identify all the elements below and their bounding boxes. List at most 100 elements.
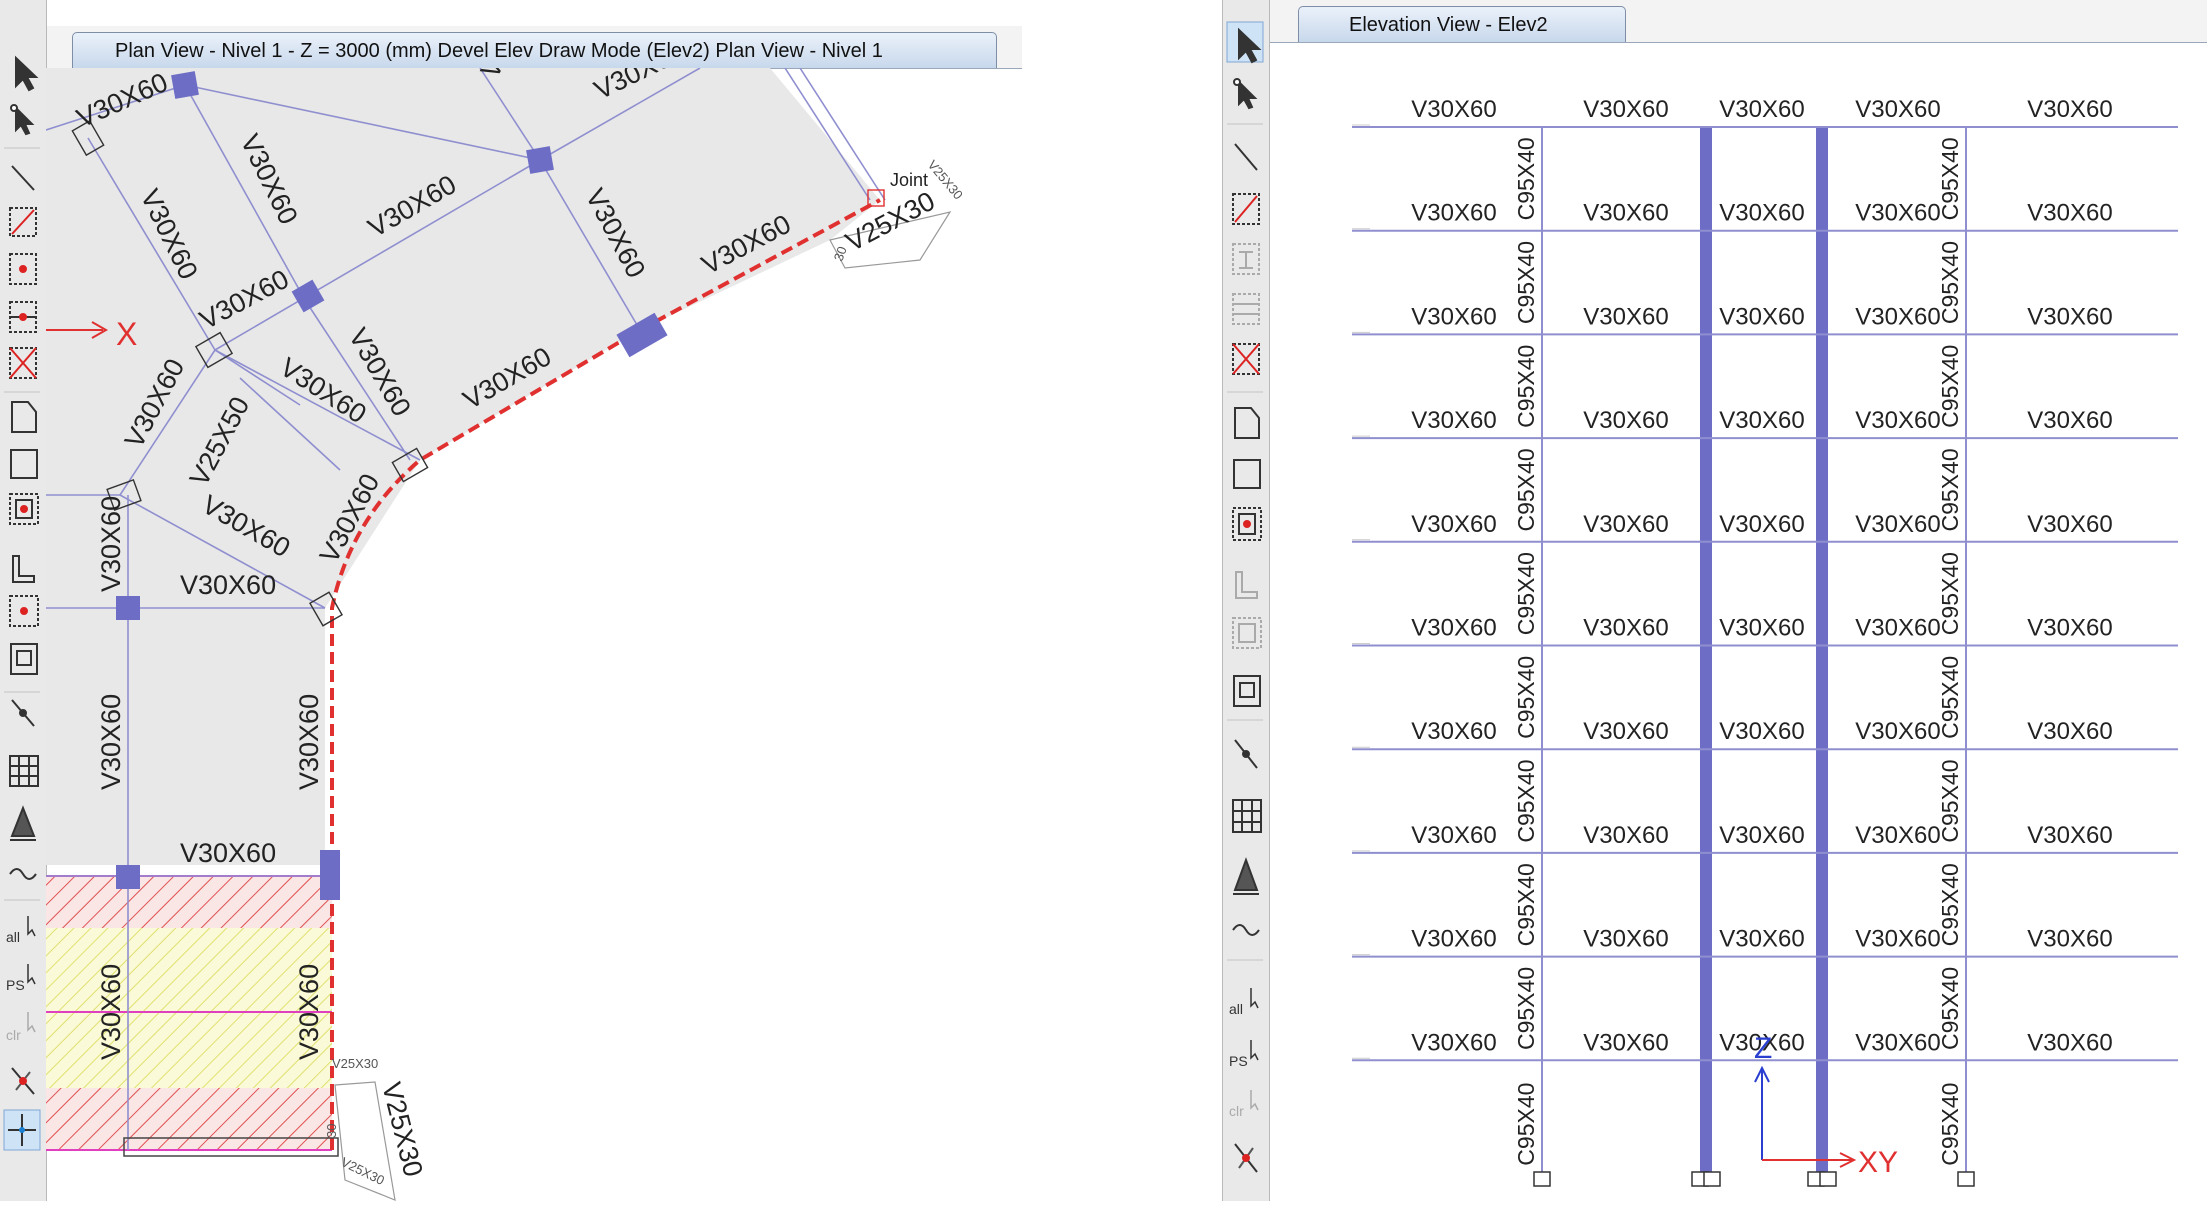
elevation-view-tab[interactable]: Elevation View - Elev2 <box>1298 6 1626 42</box>
draw-beam-region-icon[interactable] <box>1232 243 1260 275</box>
beam-label-small: V25X30 <box>332 1056 378 1071</box>
beam-label: V30X60 <box>1855 926 1940 953</box>
beam-label: V30X60 <box>1583 511 1668 538</box>
base-support[interactable] <box>1533 1171 1551 1187</box>
reshape-icon[interactable] <box>1233 78 1258 110</box>
column-label: C95X40 <box>1513 137 1539 220</box>
draw-beam-icon[interactable] <box>9 207 37 237</box>
svg-text:clr: clr <box>1229 1103 1244 1119</box>
draw-wall-point-icon[interactable] <box>1232 617 1262 649</box>
column-label: C95X40 <box>1937 345 1963 428</box>
draw-brace-icon[interactable] <box>1232 343 1260 375</box>
beam-label: V30X60 <box>1411 926 1496 953</box>
draw-support-icon[interactable] <box>10 805 36 841</box>
column-label: C95X40 <box>1937 448 1963 531</box>
beam-label: V30X60 <box>1855 615 1940 642</box>
wide-column[interactable] <box>1700 127 1712 1172</box>
beam-label: V30X60 <box>1855 718 1940 745</box>
base-support[interactable] <box>1957 1171 1975 1187</box>
select-pointer-icon[interactable] <box>15 55 39 92</box>
column-label: C95X40 <box>1937 552 1963 635</box>
draw-line-icon[interactable] <box>1234 143 1258 171</box>
draw-area-icon[interactable] <box>1234 407 1260 439</box>
beam-label: V30X60 <box>1855 200 1940 227</box>
select-previous-icon[interactable]: PS <box>1229 1040 1259 1069</box>
select-all-icon[interactable]: all <box>1229 988 1259 1017</box>
draw-opening-icon[interactable] <box>10 643 38 675</box>
column-label: C95X40 <box>1513 863 1539 946</box>
clear-selection-icon[interactable]: clr <box>1229 1090 1259 1119</box>
beam-label: V30X60 <box>1411 407 1496 434</box>
beam-label: V30X60 <box>1411 1029 1496 1056</box>
beam-label: V30X60 <box>2027 96 2112 123</box>
plan-view-tab[interactable]: Plan View - Nivel 1 - Z = 3000 (mm) Deve… <box>72 32 997 68</box>
beam-label: V30X60 <box>1719 822 1804 849</box>
base-support[interactable] <box>1819 1171 1837 1187</box>
draw-beam-icon[interactable] <box>1232 193 1260 225</box>
beam-label: V30X60 <box>1411 96 1496 123</box>
beam-label: V30X60 <box>294 694 324 790</box>
elevation-view-canvas[interactable]: V30X60 V30X60 V30X60 V30X60 V30X60 V30X60 V30X… <box>1268 42 2207 1201</box>
draw-link-icon[interactable] <box>1234 739 1258 769</box>
beam-label: V30X60 <box>1583 1029 1668 1056</box>
beam-label: V30X60 <box>1583 303 1668 330</box>
beam-label: V30X60 <box>1411 303 1496 330</box>
beam-label-small: V25X30 <box>339 1154 387 1188</box>
column-label: C95X40 <box>1937 137 1963 220</box>
beam-label: V30X60 <box>1719 718 1804 745</box>
plan-view-canvas[interactable]: X Joint V30X60 V30X60 V30X60 V30X60 V30X… <box>46 68 1022 1201</box>
beam-label: V30X60 <box>1719 96 1804 123</box>
beam-label: V30X60 <box>2027 200 2112 227</box>
column-label: C95X40 <box>1937 863 1963 946</box>
draw-link-icon[interactable] <box>11 699 35 727</box>
beam-label: V30X60 <box>2027 926 2112 953</box>
select-all-icon[interactable]: all <box>6 916 36 945</box>
beam-label: V30X60 <box>96 964 126 1060</box>
snap-active-icon[interactable] <box>3 1109 41 1151</box>
slab-area[interactable] <box>46 68 880 865</box>
draw-point-area-icon[interactable] <box>9 493 39 525</box>
svg-text:PS: PS <box>1229 1053 1248 1069</box>
wide-column[interactable] <box>1816 127 1828 1172</box>
beam-label-small: V25X30 <box>925 157 966 202</box>
draw-wall-icon[interactable] <box>1235 571 1258 599</box>
draw-rectangle-icon[interactable] <box>1233 459 1261 489</box>
reshape-icon[interactable] <box>10 104 35 136</box>
draw-wall-icon[interactable] <box>12 555 35 583</box>
draw-beam-grid-icon[interactable] <box>1232 293 1260 325</box>
draw-support-icon[interactable] <box>1233 857 1259 895</box>
snap-icon[interactable] <box>1234 1143 1258 1173</box>
beam-label: V30X60 <box>2027 822 2112 849</box>
draw-grid-icon[interactable] <box>9 755 39 787</box>
beam-label: V30X60 <box>96 694 126 790</box>
base-support[interactable] <box>1703 1171 1721 1187</box>
beam-label: V30X60 <box>1855 303 1940 330</box>
column-label: C95X40 <box>1513 241 1539 324</box>
draw-beam-region-icon[interactable] <box>9 253 37 285</box>
plan-view-toolbar: all PS clr <box>0 0 47 1201</box>
draw-rectangle-icon[interactable] <box>10 449 38 479</box>
column-label: C95X40 <box>1513 345 1539 428</box>
draw-brace-icon[interactable] <box>9 347 37 379</box>
draw-point-area-icon[interactable] <box>1232 507 1262 541</box>
beam-label: V30X60 <box>1719 615 1804 642</box>
snap-icon[interactable] <box>11 1067 35 1095</box>
column-label: C95X40 <box>1513 967 1539 1050</box>
draw-opening-icon[interactable] <box>1233 675 1261 707</box>
panel-gap <box>1022 0 1222 1201</box>
draw-area-icon[interactable] <box>11 401 37 433</box>
clear-selection-icon[interactable]: clr <box>6 1012 36 1043</box>
draw-spline-icon[interactable] <box>1232 924 1260 936</box>
beam-label: V30X60 <box>1855 407 1940 434</box>
draw-spline-icon[interactable] <box>9 868 37 880</box>
elevation-view-window: Elevation View - Elev2 all PS clr V30X60… <box>1222 0 2207 1201</box>
draw-grid-icon[interactable] <box>1232 799 1262 833</box>
beam-label: V30X60 <box>2027 303 2112 330</box>
beam-label: V30X60 <box>1411 615 1496 642</box>
beam-label: V30X60 <box>1855 96 1940 123</box>
draw-beam-grid-icon[interactable] <box>9 301 37 333</box>
draw-wall-point-icon[interactable] <box>9 595 39 627</box>
axis-z-label: Z <box>1754 1032 1772 1065</box>
draw-line-icon[interactable] <box>11 165 35 191</box>
select-previous-icon[interactable]: PS <box>6 964 36 993</box>
